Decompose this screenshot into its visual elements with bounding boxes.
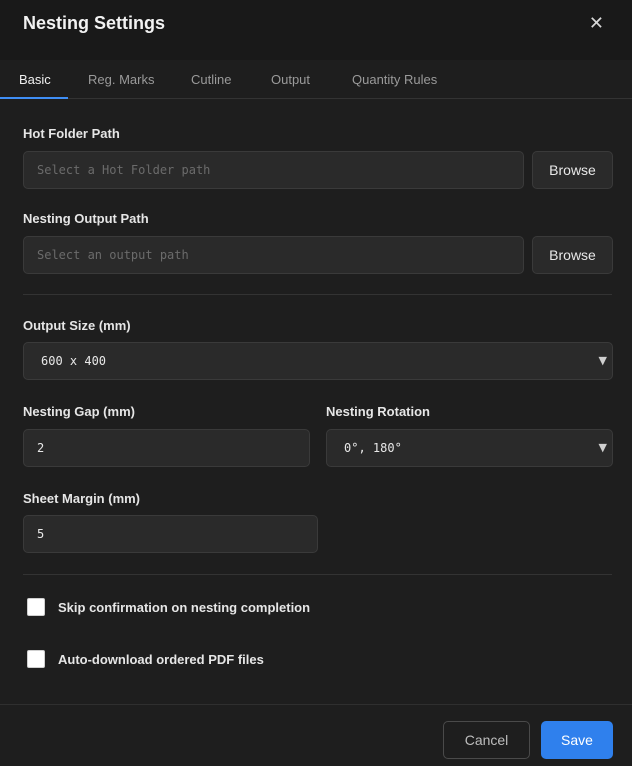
active-tab-indicator [0, 97, 68, 99]
output-path-input[interactable]: Select an output path [23, 236, 524, 274]
dialog-header: Nesting Settings ✕ [0, 0, 632, 60]
skip-confirmation-label[interactable]: Skip confirmation on nesting completion [58, 600, 310, 615]
save-button[interactable]: Save [541, 721, 613, 759]
hot-folder-label: Hot Folder Path [23, 126, 120, 141]
output-path-browse-button[interactable]: Browse [532, 236, 613, 274]
sheet-margin-label: Sheet Margin (mm) [23, 491, 141, 506]
output-size-value: 600 x 400 [41, 354, 107, 368]
hot-folder-browse-button[interactable]: Browse [532, 151, 613, 189]
auto-download-label[interactable]: Auto-download ordered PDF files [58, 652, 264, 667]
nesting-gap-label: Nesting Gap (mm) [23, 404, 135, 419]
cancel-button[interactable]: Cancel [443, 721, 530, 759]
tab-cutline[interactable]: Cutline [191, 72, 231, 87]
tab-basic[interactable]: Basic [19, 72, 51, 87]
nesting-rotation-value: 0°, 180° [344, 441, 402, 455]
tab-quantity-rules[interactable]: Quantity Rules [352, 72, 437, 87]
nesting-settings-dialog: Nesting Settings ✕ Basic Reg. Marks Cutl… [0, 0, 632, 766]
tab-reg-marks[interactable]: Reg. Marks [88, 72, 154, 87]
output-path-label: Nesting Output Path [23, 211, 149, 226]
tab-output[interactable]: Output [271, 72, 310, 87]
section-divider [23, 574, 612, 575]
dialog-title: Nesting Settings [23, 13, 166, 33]
chevron-down-icon: ▼ [598, 354, 607, 367]
nesting-gap-input[interactable]: 2 [23, 429, 310, 467]
close-icon[interactable]: ✕ [589, 14, 604, 32]
nesting-rotation-select[interactable]: 0°, 180° ▼ [326, 429, 613, 467]
sheet-margin-input[interactable]: 5 [23, 515, 318, 553]
section-divider [23, 294, 612, 295]
skip-confirmation-checkbox[interactable] [27, 598, 45, 616]
tab-bar: Basic Reg. Marks Cutline Output Quantity… [0, 60, 632, 99]
auto-download-checkbox[interactable] [27, 650, 45, 668]
output-size-select[interactable]: 600 x 400 ▼ [23, 342, 613, 380]
hot-folder-input[interactable]: Select a Hot Folder path [23, 151, 524, 189]
dialog-footer: Cancel Save [0, 704, 632, 766]
output-size-label: Output Size (mm) [23, 318, 131, 333]
chevron-down-icon: ▼ [598, 441, 607, 454]
nesting-rotation-label: Nesting Rotation [326, 404, 430, 419]
